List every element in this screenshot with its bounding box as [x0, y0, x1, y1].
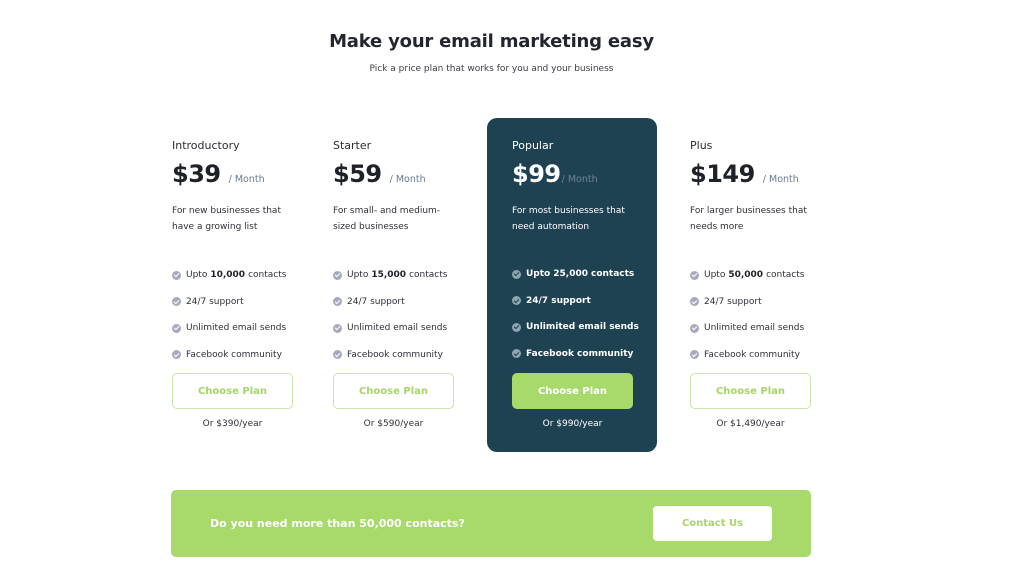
plan-name: Starter [333, 139, 372, 152]
check-circle-icon [333, 350, 342, 360]
choose-plan-button[interactable]: Choose Plan [512, 373, 633, 409]
check-circle-icon [172, 350, 181, 360]
feature-item: 24/7 support [690, 289, 804, 316]
plan-card-starter: Starter $59 / Month For small- and mediu… [333, 118, 503, 452]
feature-item: 24/7 support [172, 289, 286, 316]
check-circle-icon [512, 349, 521, 359]
feature-text: Upto [186, 270, 208, 281]
contact-us-button[interactable]: Contact Us [653, 506, 772, 541]
plan-period: / Month [389, 174, 426, 185]
plan-name: Introductory [172, 139, 240, 152]
check-circle-icon [512, 322, 521, 332]
feature-text: Unlimited email sends [347, 323, 448, 334]
check-circle-icon [512, 296, 521, 306]
feature-text: Upto [347, 270, 369, 281]
check-circle-icon [172, 323, 181, 333]
feature-item: 24/7 support [333, 289, 447, 316]
feature-list: Upto 15,000 contacts 24/7 support Unlimite… [333, 262, 447, 368]
feature-item: Unlimited email sends [512, 314, 639, 341]
feature-item: Upto 50,000 contacts [690, 262, 804, 289]
feature-text: contacts [248, 270, 287, 281]
feature-item: Upto 25,000 contacts [512, 261, 639, 288]
feature-text: Unlimited email sends [526, 322, 639, 333]
feature-text: contacts [409, 270, 448, 281]
feature-item: Upto 15,000 contacts [333, 262, 447, 289]
plan-card-plus: Plus $149 / Month For larger businesses … [690, 118, 860, 452]
plan-description: For larger businesses that needs more [690, 206, 807, 232]
check-circle-icon [172, 297, 181, 307]
feature-text: Facebook community [526, 348, 634, 359]
feature-item: Facebook community [172, 342, 286, 369]
plan-price: $59 [333, 160, 382, 188]
plan-description: For most businesses that need automation [512, 206, 625, 232]
plan-name: Plus [690, 139, 713, 152]
feature-item: Unlimited email sends [690, 315, 804, 342]
yearly-price: Or $390/year [202, 419, 263, 429]
feature-item: Unlimited email sends [172, 315, 286, 342]
price-row: $39 / Month [172, 160, 265, 188]
plan-period: / Month [762, 174, 799, 185]
page-title: Make your email marketing easy [329, 31, 654, 52]
feature-item: Facebook community [512, 341, 639, 368]
feature-text: 24/7 support [347, 296, 405, 307]
contacts-count: 10,000 [210, 270, 246, 281]
feature-list: Upto 50,000 contacts 24/7 support Unlimite… [690, 262, 804, 368]
page-header: Make your email marketing easy Pick a pr… [0, 31, 983, 74]
contacts-count: 50,000 [728, 270, 764, 281]
price-row: $99 / Month [512, 160, 598, 188]
check-circle-icon [690, 350, 699, 360]
feature-text: 24/7 support [704, 296, 762, 307]
feature-item: Facebook community [690, 342, 804, 369]
plan-card-popular: Popular $99 / Month For most businesses … [487, 118, 657, 452]
price-row: $149 / Month [690, 160, 799, 188]
feature-text: Unlimited email sends [186, 323, 287, 334]
yearly-price: Or $990/year [542, 419, 603, 429]
feature-text: contacts [590, 269, 635, 280]
page-subtitle: Pick a price plan that works for you and… [369, 64, 614, 74]
check-circle-icon [333, 297, 342, 307]
check-circle-icon [333, 323, 342, 333]
contact-banner: Do you need more than 50,000 contacts? C… [171, 490, 811, 557]
feature-text: contacts [766, 270, 805, 281]
feature-text: Facebook community [186, 349, 282, 360]
feature-text: 24/7 support [526, 295, 591, 306]
feature-item: Unlimited email sends [333, 315, 447, 342]
choose-plan-button[interactable]: Choose Plan [690, 373, 811, 409]
plan-description: For small- and medium-sized businesses [333, 206, 441, 232]
yearly-price: Or $1,490/year [716, 419, 785, 429]
plan-name: Popular [512, 139, 554, 152]
check-circle-icon [333, 270, 342, 280]
choose-plan-button[interactable]: Choose Plan [333, 373, 454, 409]
plan-price: $39 [172, 160, 221, 188]
plan-price: $99 [512, 160, 561, 188]
feature-text: Facebook community [704, 349, 800, 360]
feature-text: Facebook community [347, 349, 443, 360]
plan-description: For new businesses that have a growing l… [172, 206, 281, 232]
contacts-count: 15,000 [371, 270, 407, 281]
plan-card-introductory: Introductory $39 / Month For new busines… [172, 118, 342, 452]
feature-list: Upto 10,000 contacts 24/7 support Unlimite… [172, 262, 286, 368]
choose-plan-button[interactable]: Choose Plan [172, 373, 293, 409]
feature-list: Upto 25,000 contacts 24/7 support Unlimite… [512, 261, 639, 367]
feature-text: 24/7 support [186, 296, 244, 307]
feature-item: 24/7 support [512, 288, 639, 315]
check-circle-icon [690, 297, 699, 307]
price-row: $59 / Month [333, 160, 426, 188]
check-circle-icon [172, 270, 181, 280]
feature-item: Upto 10,000 contacts [172, 262, 286, 289]
check-circle-icon [690, 323, 699, 333]
feature-text: Unlimited email sends [704, 323, 805, 334]
plan-period: / Month [561, 174, 598, 185]
check-circle-icon [512, 269, 521, 279]
yearly-price: Or $590/year [363, 419, 424, 429]
contacts-count: 25,000 [553, 269, 588, 280]
plan-price: $149 [690, 160, 755, 188]
check-circle-icon [690, 270, 699, 280]
feature-text: Upto [704, 270, 726, 281]
feature-item: Facebook community [333, 342, 447, 369]
contact-banner-text: Do you need more than 50,000 contacts? [210, 517, 465, 530]
plan-period: / Month [228, 174, 265, 185]
feature-text: Upto [526, 269, 551, 280]
